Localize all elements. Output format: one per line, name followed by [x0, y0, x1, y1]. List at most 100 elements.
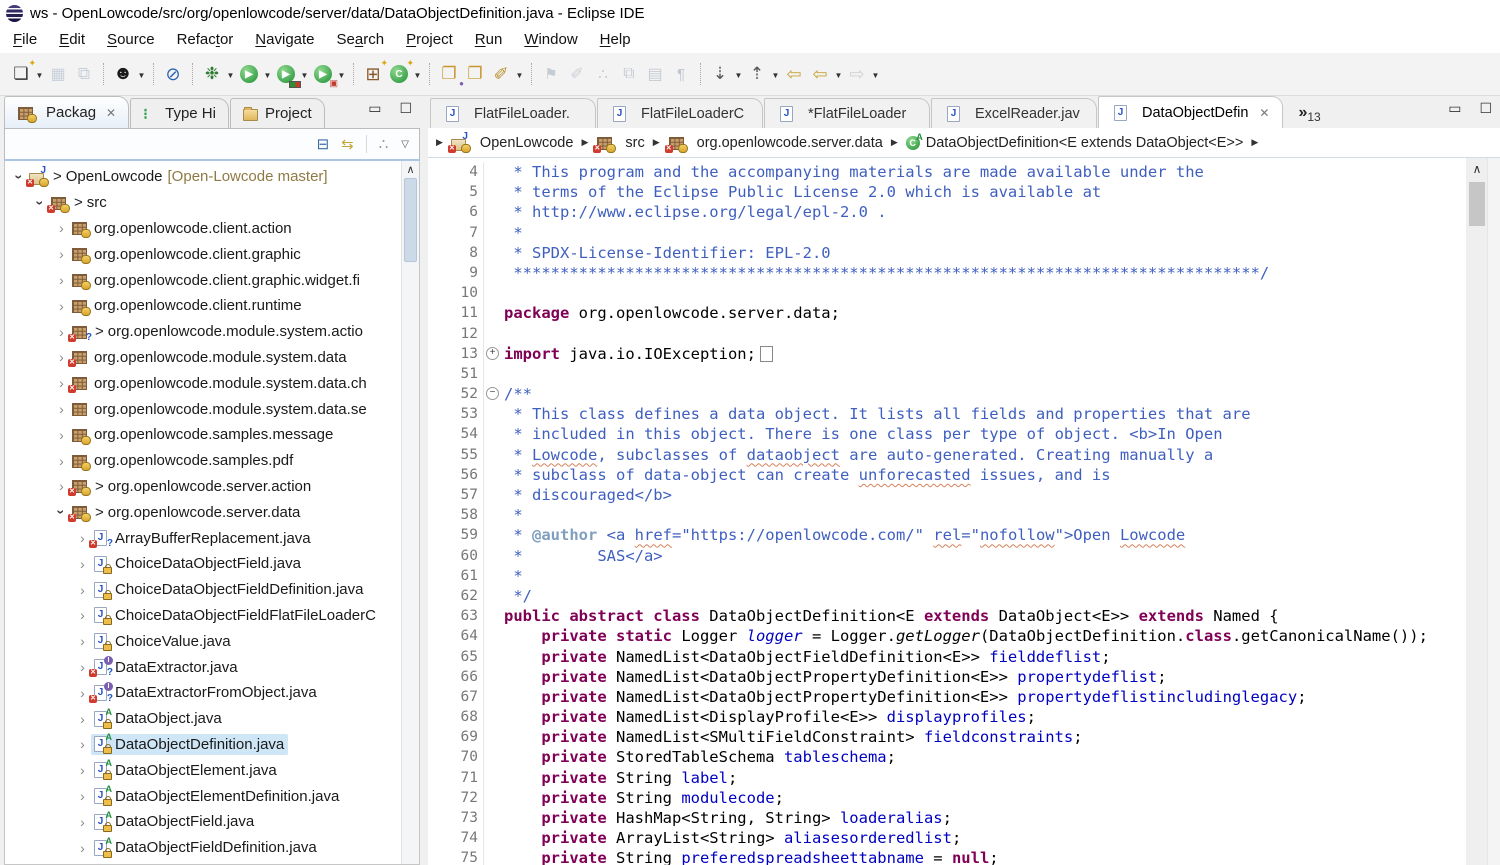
tree-item[interactable]: ›org.openlowcode.samples.message: [5, 422, 419, 448]
link-with-editor-icon[interactable]: ⇆: [341, 135, 354, 153]
breadcrumb-arrow-icon[interactable]: ▶: [436, 137, 443, 148]
fold-column[interactable]: +: [483, 344, 501, 364]
fold-column[interactable]: [483, 606, 501, 626]
tree-item[interactable]: ›J✕>OpenLowcode[Open-Lowcode master]: [5, 164, 419, 190]
chevron-expanded-icon[interactable]: ›: [34, 194, 48, 211]
view-tab-project[interactable]: Project: [230, 98, 325, 128]
fold-column[interactable]: [483, 525, 501, 545]
editor-tab-dataobjectdefin[interactable]: JDataObjectDefin✕: [1098, 96, 1283, 128]
tree-item[interactable]: ›org.openlowcode.client.runtime: [5, 293, 419, 319]
chevron-collapsed-icon[interactable]: ›: [74, 737, 91, 751]
tree-item[interactable]: ›JI✕?DataExtractor.java: [5, 654, 419, 680]
fold-column[interactable]: [483, 182, 501, 202]
scroll-up-icon[interactable]: ∧: [1466, 162, 1488, 176]
fold-column[interactable]: [483, 465, 501, 485]
editor-tab-flatfileloaderc[interactable]: JFlatFileLoaderC: [597, 98, 763, 128]
menu-item-window[interactable]: Window: [513, 28, 588, 51]
fold-column[interactable]: [483, 747, 501, 767]
breadcrumb-item[interactable]: J✕OpenLowcode: [451, 135, 574, 151]
menu-item-help[interactable]: Help: [589, 28, 642, 51]
search-icon[interactable]: ✐: [489, 61, 513, 87]
editor-tab-flatfileloader[interactable]: JFlatFileLoader.: [430, 98, 596, 128]
dropdown-arrow-icon[interactable]: ▼: [262, 71, 273, 80]
tree-item[interactable]: ›JADataObjectElementDefinition.java: [5, 783, 419, 809]
chevron-expanded-icon[interactable]: ›: [55, 504, 69, 521]
breadcrumb-arrow-icon[interactable]: ▶: [653, 137, 660, 148]
tree-item[interactable]: ›org.openlowcode.client.graphic.widget.f…: [5, 267, 419, 293]
editor-scrollbar-thumb[interactable]: [1469, 182, 1485, 226]
chevron-collapsed-icon[interactable]: ›: [53, 247, 70, 261]
breadcrumb-arrow-icon[interactable]: ▶: [891, 137, 898, 148]
chevron-collapsed-icon[interactable]: ›: [74, 608, 91, 622]
fold-collapse-icon[interactable]: −: [486, 387, 499, 400]
dropdown-arrow-icon[interactable]: ▼: [136, 71, 147, 80]
skip-all-breakpoints-icon[interactable]: ⊘: [161, 61, 185, 87]
chevron-collapsed-icon[interactable]: ›: [74, 634, 91, 648]
code-editor[interactable]: 4 * This program and the accompanying ma…: [428, 158, 1500, 865]
fold-column[interactable]: [483, 283, 501, 303]
editor-scrollbar[interactable]: ∧: [1466, 158, 1488, 865]
fold-column[interactable]: [483, 243, 501, 263]
fold-column[interactable]: [483, 404, 501, 424]
fold-expand-icon[interactable]: +: [486, 347, 499, 360]
fold-column[interactable]: −: [483, 384, 501, 404]
tree-item[interactable]: ›org.openlowcode.module.system.data.se: [5, 396, 419, 422]
menu-item-project[interactable]: Project: [395, 28, 464, 51]
tree-item[interactable]: ›JChoiceDataObjectField.java: [5, 551, 419, 577]
menu-item-search[interactable]: Search: [326, 28, 396, 51]
maximize-view-icon[interactable]: ☐: [399, 101, 412, 115]
dropdown-arrow-icon[interactable]: ▼: [833, 71, 844, 80]
chevron-collapsed-icon[interactable]: ›: [53, 221, 70, 235]
menu-item-edit[interactable]: Edit: [48, 28, 96, 51]
previous-annotation-icon[interactable]: ⇡: [745, 61, 769, 87]
tree-item[interactable]: ›JADataObjectFieldDefinition.java: [5, 835, 419, 861]
chevron-collapsed-icon[interactable]: ›: [74, 557, 91, 571]
tree-item[interactable]: ›J: [5, 861, 419, 865]
minimize-view-icon[interactable]: ▭: [368, 101, 381, 115]
chevron-collapsed-icon[interactable]: ›: [74, 763, 91, 777]
open-task-folder-icon[interactable]: ❐●: [437, 61, 461, 87]
tree-scrollbar-thumb[interactable]: [404, 178, 417, 262]
next-annotation-icon[interactable]: ⇣: [708, 61, 732, 87]
chevron-collapsed-icon[interactable]: ›: [74, 583, 91, 597]
tree-item[interactable]: ›org.openlowcode.client.action: [5, 216, 419, 242]
fold-column[interactable]: [483, 424, 501, 444]
dropdown-arrow-icon[interactable]: ▼: [514, 71, 525, 80]
tree-item[interactable]: ›org.openlowcode.client.graphic: [5, 241, 419, 267]
dropdown-arrow-icon[interactable]: ▼: [225, 71, 236, 80]
fold-column[interactable]: [483, 707, 501, 727]
collapsed-region-box[interactable]: [760, 346, 773, 362]
fold-column[interactable]: [483, 202, 501, 222]
chevron-collapsed-icon[interactable]: ›: [53, 402, 70, 416]
open-folder-icon[interactable]: ❐: [463, 61, 487, 87]
package-explorer-tree[interactable]: ∧ ›J✕>OpenLowcode[Open-Lowcode master] ›✕…: [4, 161, 420, 865]
collapse-all-icon[interactable]: ⊟: [317, 135, 330, 153]
tree-item[interactable]: ›JADataObjectElement.java: [5, 757, 419, 783]
fold-column[interactable]: [483, 828, 501, 848]
fold-column[interactable]: [483, 667, 501, 687]
menu-item-run[interactable]: Run: [464, 28, 514, 51]
breadcrumb-arrow-icon[interactable]: ▶: [581, 137, 588, 148]
fold-column[interactable]: [483, 505, 501, 525]
fold-column[interactable]: [483, 647, 501, 667]
dropdown-arrow-icon[interactable]: ▼: [299, 71, 310, 80]
fold-column[interactable]: [483, 485, 501, 505]
tree-item[interactable]: ›✕org.openlowcode.module.system.data: [5, 345, 419, 371]
minimize-editor-icon[interactable]: ▭: [1448, 101, 1461, 115]
breadcrumb-item[interactable]: CADataObjectDefinition<E extends DataObj…: [906, 135, 1244, 151]
editor-tab-excelreaderjav[interactable]: JExcelReader.jav: [931, 98, 1097, 128]
fold-column[interactable]: [483, 848, 501, 865]
tree-item[interactable]: ›JChoiceDataObjectFieldFlatFileLoaderC: [5, 603, 419, 629]
new-java-project-icon[interactable]: ⊞✦: [361, 61, 385, 87]
tree-scrollbar[interactable]: ∧: [401, 161, 419, 864]
fold-column[interactable]: [483, 364, 501, 384]
new-java-class-icon[interactable]: C✦: [387, 61, 411, 87]
overview-ruler[interactable]: [1487, 158, 1500, 865]
more-actions-icon[interactable]: ∴: [379, 135, 390, 153]
tree-item[interactable]: ›✕>org.openlowcode.server.data: [5, 499, 419, 525]
tree-item[interactable]: ›JADataObject.java: [5, 706, 419, 732]
dropdown-arrow-icon[interactable]: ▼: [770, 71, 781, 80]
dropdown-arrow-icon[interactable]: ▼: [412, 71, 423, 80]
fold-column[interactable]: [483, 727, 501, 747]
run-icon[interactable]: ▶: [237, 61, 261, 87]
